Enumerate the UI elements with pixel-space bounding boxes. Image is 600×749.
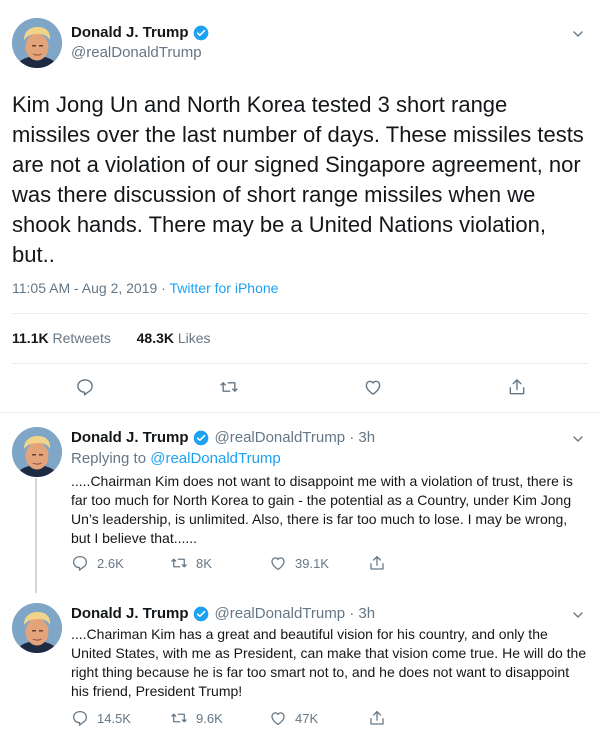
tweet-stats: 11.1K Retweets 48.3K Likes	[12, 330, 211, 346]
share-button[interactable]	[368, 554, 394, 572]
reply-actions: 2.6K 8K 39.1K	[71, 554, 491, 576]
like-button[interactable]	[363, 377, 383, 397]
avatar[interactable]	[12, 427, 62, 477]
reply-icon	[75, 377, 95, 397]
chevron-down-icon[interactable]	[570, 431, 586, 447]
reply-tweet[interactable]: Donald J. Trump @realDonaldTrump · 3h ..…	[0, 593, 600, 749]
author-handle[interactable]: @realDonaldTrump	[71, 44, 209, 61]
retweets-stat[interactable]: 11.1K Retweets	[12, 330, 111, 346]
like-button[interactable]: 47K	[269, 709, 318, 727]
author-handle[interactable]: @realDonaldTrump · 3h	[215, 605, 376, 622]
author-name[interactable]: Donald J. Trump	[71, 24, 189, 41]
like-icon	[363, 377, 383, 397]
avatar[interactable]	[12, 18, 62, 68]
retweet-icon	[170, 554, 188, 572]
reply-icon	[71, 709, 89, 727]
tweet-source-link[interactable]: Twitter for iPhone	[170, 280, 279, 296]
reply-text: .....Chairman Kim does not want to disap…	[71, 473, 573, 546]
like-icon	[269, 709, 287, 727]
retweet-button[interactable]	[219, 377, 239, 397]
divider	[12, 363, 588, 364]
author-name[interactable]: Donald J. Trump	[71, 429, 189, 446]
replying-to-prefix: Replying to	[71, 450, 151, 467]
reply-icon	[71, 554, 89, 572]
retweet-icon	[170, 709, 188, 727]
avatar[interactable]	[12, 603, 62, 653]
share-icon	[368, 709, 386, 727]
retweets-label: Retweets	[52, 330, 111, 346]
reply-tweet[interactable]: Donald J. Trump @realDonaldTrump · 3h Re…	[0, 413, 600, 593]
reply-text: ....Chariman Kim has a great and beautif…	[71, 626, 587, 699]
divider	[12, 313, 588, 314]
share-button[interactable]	[507, 377, 527, 397]
author-name[interactable]: Donald J. Trump	[71, 605, 189, 622]
reply-actions: 14.5K 9.6K 47K	[71, 709, 491, 731]
author-handle[interactable]: @realDonaldTrump · 3h	[215, 429, 376, 446]
author-block: Donald J. Trump @realDonaldTrump	[71, 24, 209, 61]
like-button[interactable]: 39.1K	[269, 554, 329, 572]
reply-button[interactable]: 2.6K	[71, 554, 124, 572]
verified-badge-icon	[193, 606, 209, 622]
tweet-actions	[0, 372, 600, 402]
share-button[interactable]	[368, 709, 394, 727]
reply-button[interactable]: 14.5K	[71, 709, 131, 727]
likes-count: 48.3K	[136, 330, 174, 346]
like-count: 47K	[295, 710, 319, 726]
tweet-text: Kim Jong Un and North Korea tested 3 sho…	[12, 92, 584, 267]
like-icon	[269, 554, 287, 572]
reply-count: 14.5K	[97, 710, 131, 726]
main-tweet: Donald J. Trump @realDonaldTrump Kim Jon…	[0, 0, 600, 412]
tweet-timestamp[interactable]: 11:05 AM - Aug 2, 2019	[12, 280, 157, 296]
chevron-down-icon[interactable]	[570, 607, 586, 623]
like-count: 39.1K	[295, 555, 329, 571]
retweet-icon	[219, 377, 239, 397]
tweet-meta: 11:05 AM - Aug 2, 2019 · Twitter for iPh…	[12, 280, 278, 296]
share-icon	[507, 377, 527, 397]
likes-label: Likes	[177, 330, 211, 346]
retweets-count: 11.1K	[12, 330, 49, 346]
reply-header: Donald J. Trump @realDonaldTrump · 3h	[71, 429, 375, 446]
retweet-button[interactable]: 8K	[170, 554, 212, 572]
reply-count: 2.6K	[97, 555, 124, 571]
likes-stat[interactable]: 48.3K Likes	[137, 330, 211, 346]
replying-to: Replying to @realDonaldTrump	[71, 450, 281, 467]
verified-badge-icon	[193, 25, 209, 41]
retweet-button[interactable]: 9.6K	[170, 709, 223, 727]
verified-badge-icon	[193, 430, 209, 446]
meta-separator: ·	[157, 280, 170, 296]
retweet-count: 9.6K	[196, 710, 223, 726]
retweet-count: 8K	[196, 555, 212, 571]
chevron-down-icon[interactable]	[570, 26, 586, 42]
author-name-row[interactable]: Donald J. Trump	[71, 24, 209, 41]
replying-to-link[interactable]: @realDonaldTrump	[150, 450, 281, 467]
reply-button[interactable]	[75, 377, 95, 397]
reply-header: Donald J. Trump @realDonaldTrump · 3h	[71, 605, 375, 622]
share-icon	[368, 554, 386, 572]
